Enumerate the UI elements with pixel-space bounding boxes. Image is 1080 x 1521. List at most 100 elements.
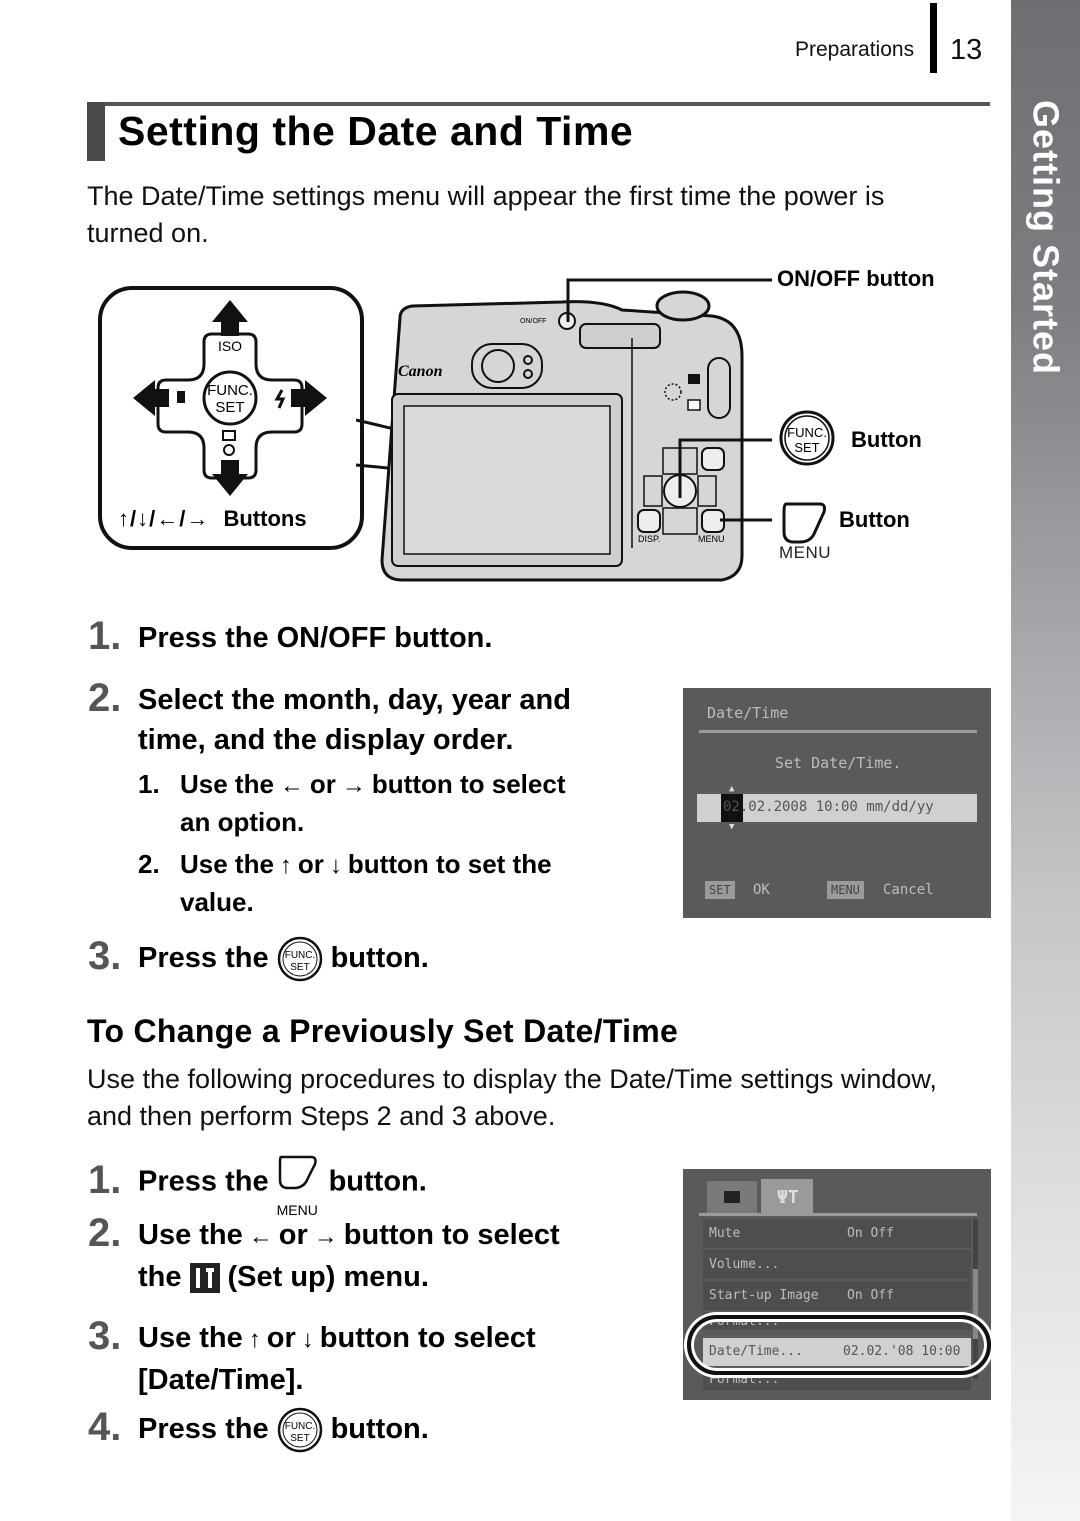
func-set-button-icon: FUNC.SET bbox=[277, 1408, 322, 1453]
func-set-button-icon: FUNC.SET bbox=[277, 937, 322, 982]
step-text-line2: time, and the display order. bbox=[138, 724, 514, 756]
chapter-side-tab-label-wrap: Getting Started bbox=[1011, 100, 1080, 400]
intro-text: The Date/Time settings menu will appear … bbox=[87, 181, 885, 248]
substep-text: button to set the bbox=[347, 849, 552, 879]
lcd-tab-camera bbox=[707, 1181, 757, 1213]
callout-onoff-button: ON/OFF button bbox=[777, 266, 935, 291]
step-2: 2. Select the month, day, year and time, … bbox=[88, 678, 668, 760]
substep-text: Use the bbox=[180, 849, 274, 879]
camera-menu-text: MENU bbox=[698, 534, 725, 544]
substep-number: 2. bbox=[138, 849, 160, 879]
lcd-title: Date/Time bbox=[707, 704, 789, 722]
dpad-icon: FUNC. SET ISO bbox=[133, 300, 327, 496]
arrow-up-icon: ↑ bbox=[248, 1326, 261, 1353]
arrow-right-icon: → bbox=[313, 1223, 338, 1250]
lcd-menu-row: Mute On Off bbox=[703, 1219, 971, 1248]
change-step-2: 2. Use the ← or → button to select the (Set up… bbox=[88, 1213, 678, 1297]
substep-text: Use the bbox=[180, 769, 274, 799]
title-accent-bar bbox=[87, 102, 105, 161]
step-number: 2. bbox=[88, 676, 122, 720]
lcd-menu-row: Start-up Image On Off bbox=[703, 1281, 971, 1310]
step-number: 1. bbox=[88, 1157, 122, 1202]
lcd-value: 02.02.2008 10:00 mm/dd/yy bbox=[723, 799, 934, 815]
func-set-button-icon: FUNC. SET bbox=[779, 410, 835, 466]
step-text: Use the bbox=[138, 1322, 243, 1354]
svg-text:FUNC.: FUNC. bbox=[787, 425, 827, 440]
section-heading: To Change a Previously Set Date/Time bbox=[87, 1013, 679, 1049]
substep-text-line2: value. bbox=[180, 887, 254, 917]
lcd-menu-row: Volume... bbox=[703, 1250, 971, 1279]
callout-lines bbox=[566, 278, 772, 522]
step-text-line2: [Date/Time]. bbox=[138, 1364, 304, 1396]
lcd-cancel-label: Cancel bbox=[883, 882, 934, 898]
lcd-setup-menu-screen: ΨΤ Mute On Off Volume... Start-up Image On… bbox=[683, 1169, 991, 1400]
camera-disp-text: DISP. bbox=[638, 534, 660, 544]
arrow-down-icon: ↓ bbox=[301, 1326, 314, 1353]
substep-1: 1. Use the ← or → button to select an option. bbox=[138, 766, 668, 840]
step-text: button to select bbox=[319, 1322, 536, 1354]
arrow-left-icon: ← bbox=[279, 772, 304, 799]
chapter-side-tab-label: Getting Started bbox=[1025, 100, 1067, 376]
callout-func-set-button: Button bbox=[851, 427, 922, 452]
step-text: Press the bbox=[138, 1413, 269, 1445]
step-text: button. bbox=[330, 1413, 429, 1445]
svg-text:FUNC.: FUNC. bbox=[284, 1421, 315, 1432]
menu-button-icon bbox=[782, 502, 826, 544]
dpad-caption: ↑/↓/←/→ Buttons bbox=[118, 506, 307, 532]
header-divider bbox=[930, 3, 937, 73]
step-text: Press the ON/OFF button. bbox=[138, 622, 493, 654]
svg-text:SET: SET bbox=[290, 1433, 309, 1444]
substep-text: or bbox=[309, 769, 336, 799]
step-1: 1. Press the ON/OFF button. bbox=[88, 616, 492, 658]
menu-button-icon: MENU bbox=[277, 1155, 321, 1218]
step-number: 2. bbox=[88, 1211, 122, 1255]
dpad-up-label: ISO bbox=[218, 338, 242, 354]
macro-icon bbox=[177, 391, 185, 403]
change-step-3: 3. Use the ↑ or ↓ button to select [Date/Time… bbox=[88, 1316, 678, 1400]
step-text: Use the bbox=[138, 1219, 243, 1251]
camera-onoff-text: ON/OFF bbox=[520, 318, 546, 325]
arrow-down-icon: ↓ bbox=[329, 852, 342, 879]
title-rule bbox=[87, 102, 990, 106]
setup-menu-icon bbox=[189, 1263, 220, 1294]
step-number: 4. bbox=[88, 1405, 122, 1449]
highlight-ellipse bbox=[687, 1315, 991, 1375]
arrow-left-icon: ← bbox=[248, 1223, 273, 1250]
substep-2: 2. Use the ↑ or ↓ button to set the value. bbox=[138, 846, 668, 920]
svg-text:FUNC.: FUNC. bbox=[284, 950, 315, 961]
substep-text-line2: an option. bbox=[180, 807, 305, 837]
step-text: Press the bbox=[138, 942, 269, 974]
step-text: or bbox=[278, 1219, 308, 1251]
lcd-menu-key: MENU bbox=[827, 881, 864, 899]
step-text: button. bbox=[330, 942, 429, 974]
setup-tab-icon: ΨΤ bbox=[777, 1187, 799, 1208]
arrow-right-icon: → bbox=[341, 772, 366, 799]
lcd-down-indicator-icon: ▼ bbox=[729, 822, 735, 832]
step-text: button to select bbox=[343, 1219, 560, 1251]
dpad-center-label-bottom: SET bbox=[215, 399, 244, 416]
dpad-center-label-top: FUNC. bbox=[207, 382, 253, 399]
substep-text: or bbox=[297, 849, 324, 879]
lcd-datetime-screen: Date/Time Set Date/Time. ▲ 02.02.2008 10… bbox=[683, 688, 991, 918]
lcd-up-indicator-icon: ▲ bbox=[729, 784, 735, 794]
step-3: 3. Press the FUNC. SET button. bbox=[88, 936, 429, 982]
lcd-title-rule bbox=[699, 730, 977, 733]
page-number: 13 bbox=[950, 34, 983, 66]
callout-menu-label: MENU bbox=[779, 543, 832, 562]
section-body: Use the following procedures to display … bbox=[87, 1064, 937, 1131]
svg-text:SET: SET bbox=[290, 962, 309, 973]
change-step-1: 1. Press the MENU button. bbox=[88, 1155, 427, 1218]
step-text: or bbox=[266, 1322, 296, 1354]
arrow-up-icon: ↑ bbox=[279, 852, 292, 879]
camera-brand: Canon bbox=[398, 363, 443, 380]
step-text: button. bbox=[328, 1165, 427, 1198]
step-text: Press the bbox=[138, 1165, 269, 1198]
step-text: (Set up) menu. bbox=[227, 1261, 429, 1293]
step-text-line1: Select the month, day, year and bbox=[138, 684, 571, 716]
lcd-set-key: SET bbox=[705, 881, 735, 899]
arrow-keys-icon: ↑/↓/←/→ bbox=[118, 506, 210, 531]
page-title: Setting the Date and Time bbox=[118, 108, 634, 154]
substep-number: 1. bbox=[138, 769, 160, 799]
arrow-up-icon bbox=[212, 300, 248, 336]
lcd-ok-label: OK bbox=[753, 882, 770, 898]
